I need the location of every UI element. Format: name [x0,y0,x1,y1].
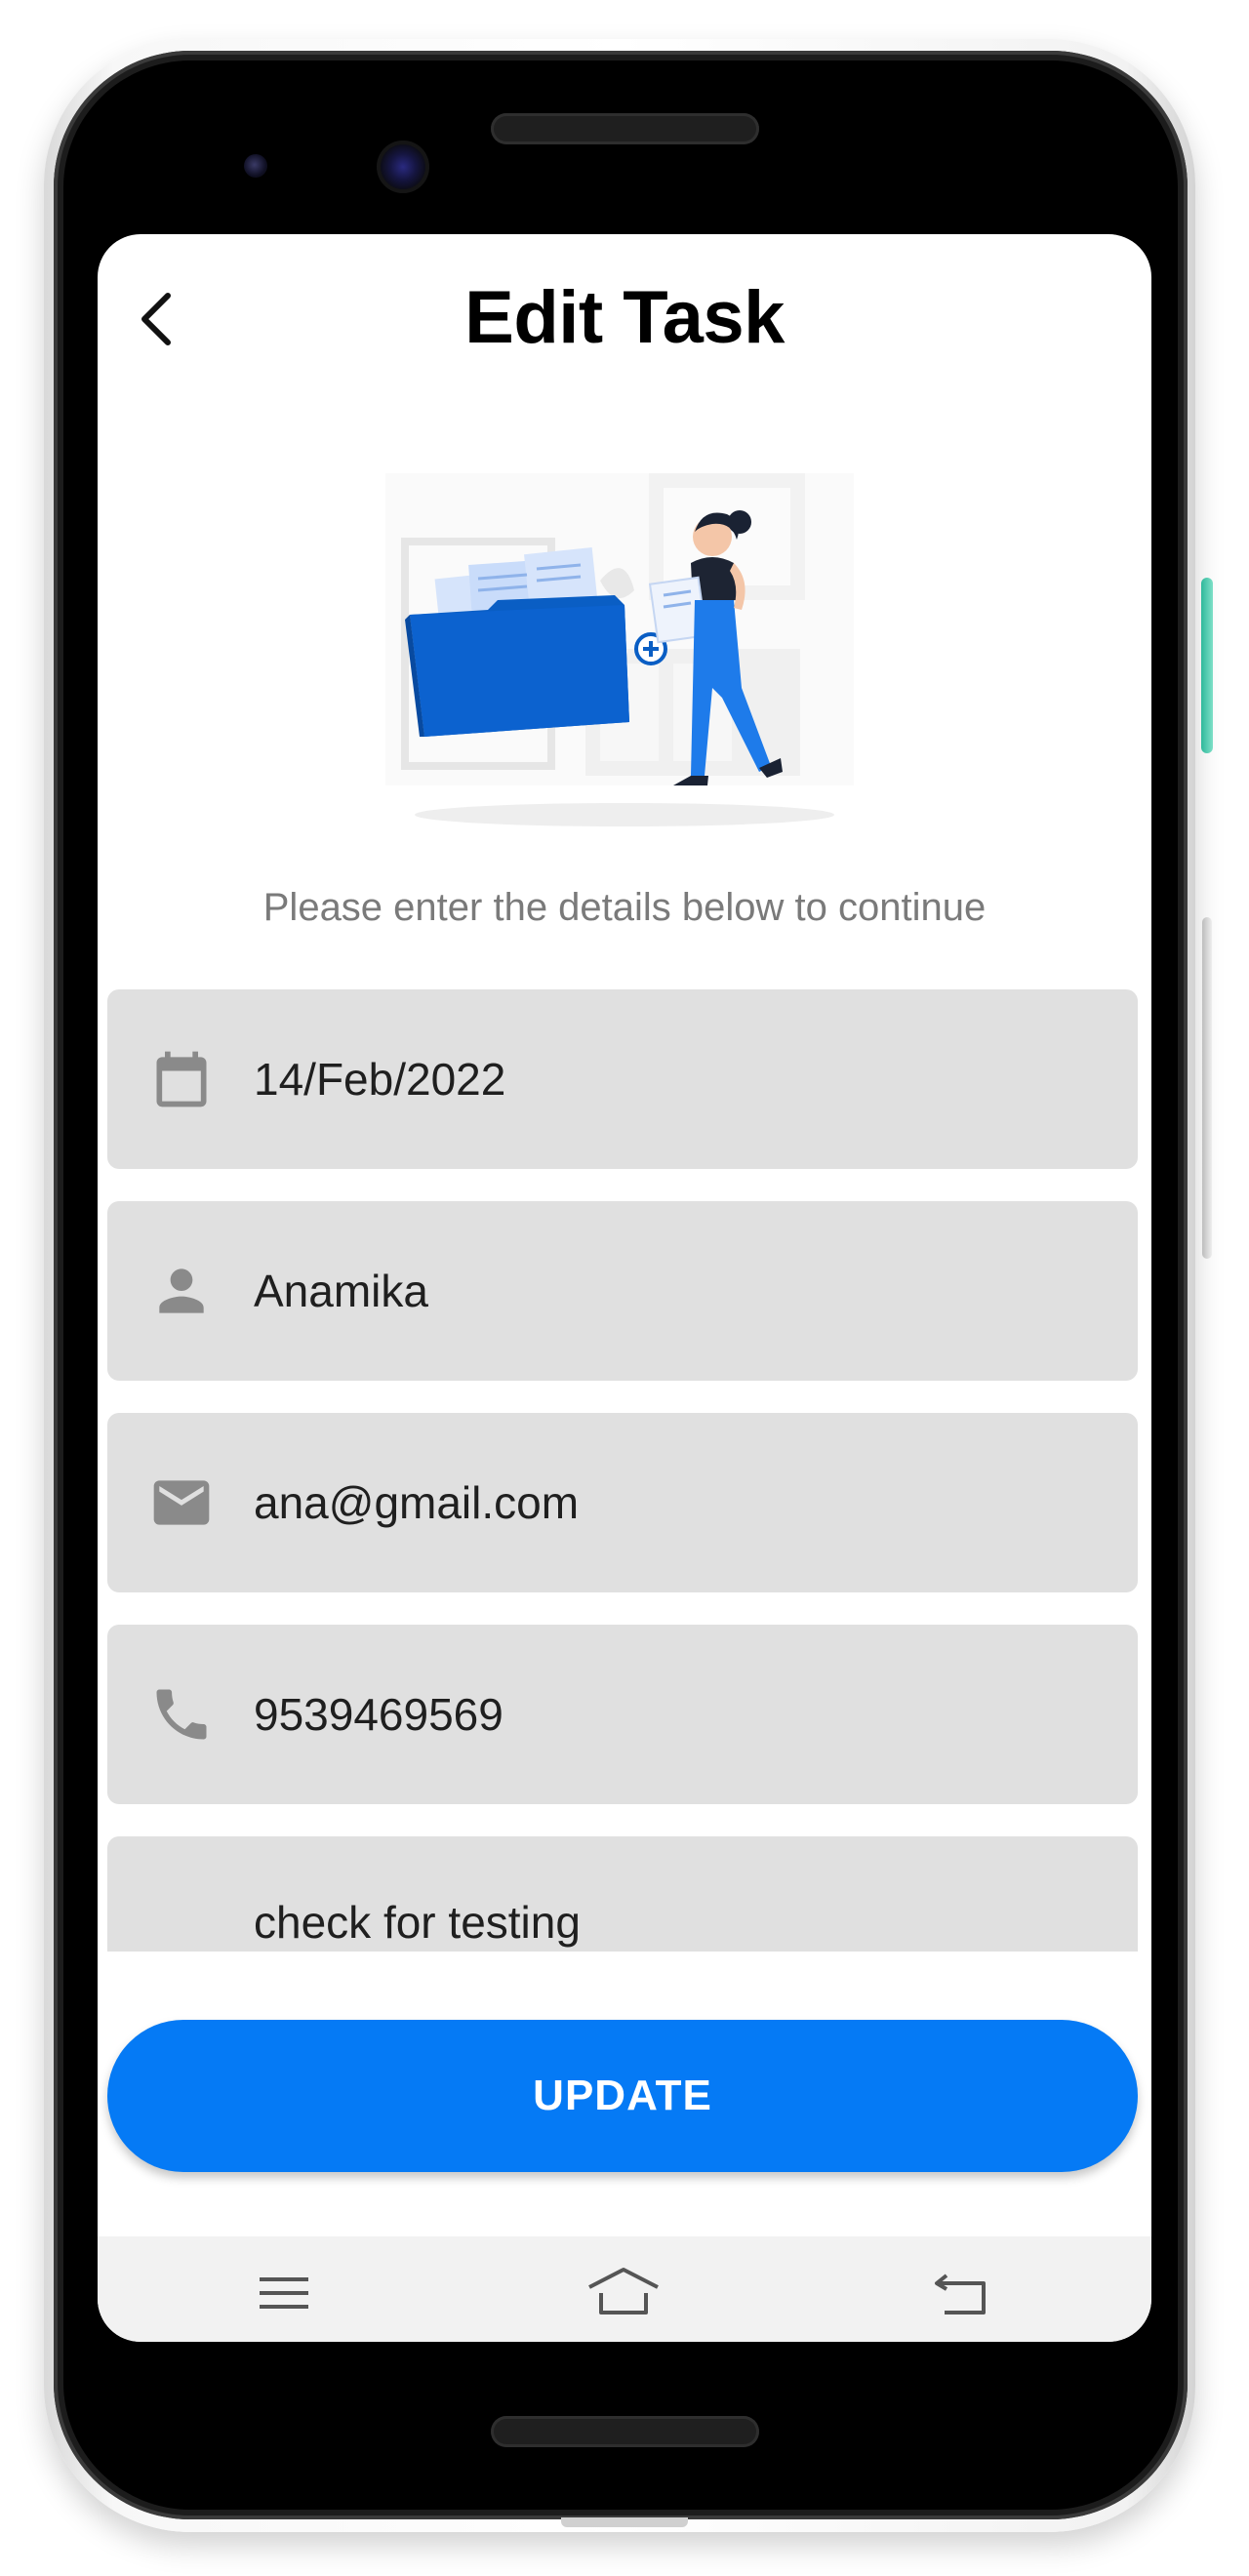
instruction-text: Please enter the details below to contin… [262,886,987,929]
volume-button [1202,917,1212,1259]
calendar-icon [156,1051,207,1107]
home-icon [588,2268,659,2314]
description-field[interactable]: check for testing [107,1836,1138,1952]
email-field[interactable]: ana@gmail.com [107,1413,1138,1592]
page-title: Edit Task [464,276,785,359]
nav-back-button[interactable] [917,2258,1005,2326]
mail-icon [153,1480,210,1525]
phone-icon [156,1689,207,1740]
task-illustration [385,473,854,826]
description-value: check for testing [254,1897,581,1948]
phone-bottom-edge [561,2517,688,2527]
email-value: ana@gmail.com [254,1477,580,1528]
sensor-icon [244,154,267,178]
nav-home-button[interactable] [580,2258,667,2326]
back-icon [935,2274,986,2314]
front-camera-icon [377,141,429,193]
system-nav-bar [98,2236,1151,2342]
name-field[interactable]: Anamika [107,1201,1138,1381]
update-button[interactable]: UPDATE [107,2020,1138,2172]
name-value: Anamika [254,1266,428,1316]
phone-field[interactable]: 9539469569 [107,1625,1138,1804]
nav-menu-button[interactable] [240,2258,328,2326]
task-form: 14/Feb/2022 Anamika ana@gmail.com 953946… [107,989,1138,1952]
app-screen: Edit Task Please enter the details below… [98,234,1151,2342]
earpiece-speaker [491,113,759,144]
menu-icon [260,2277,308,2309]
person-icon [159,1268,204,1313]
power-button [1201,578,1213,753]
phone-value: 9539469569 [254,1689,504,1740]
bottom-speaker [491,2416,759,2447]
date-field[interactable]: 14/Feb/2022 [107,989,1138,1169]
date-value: 14/Feb/2022 [254,1054,506,1105]
